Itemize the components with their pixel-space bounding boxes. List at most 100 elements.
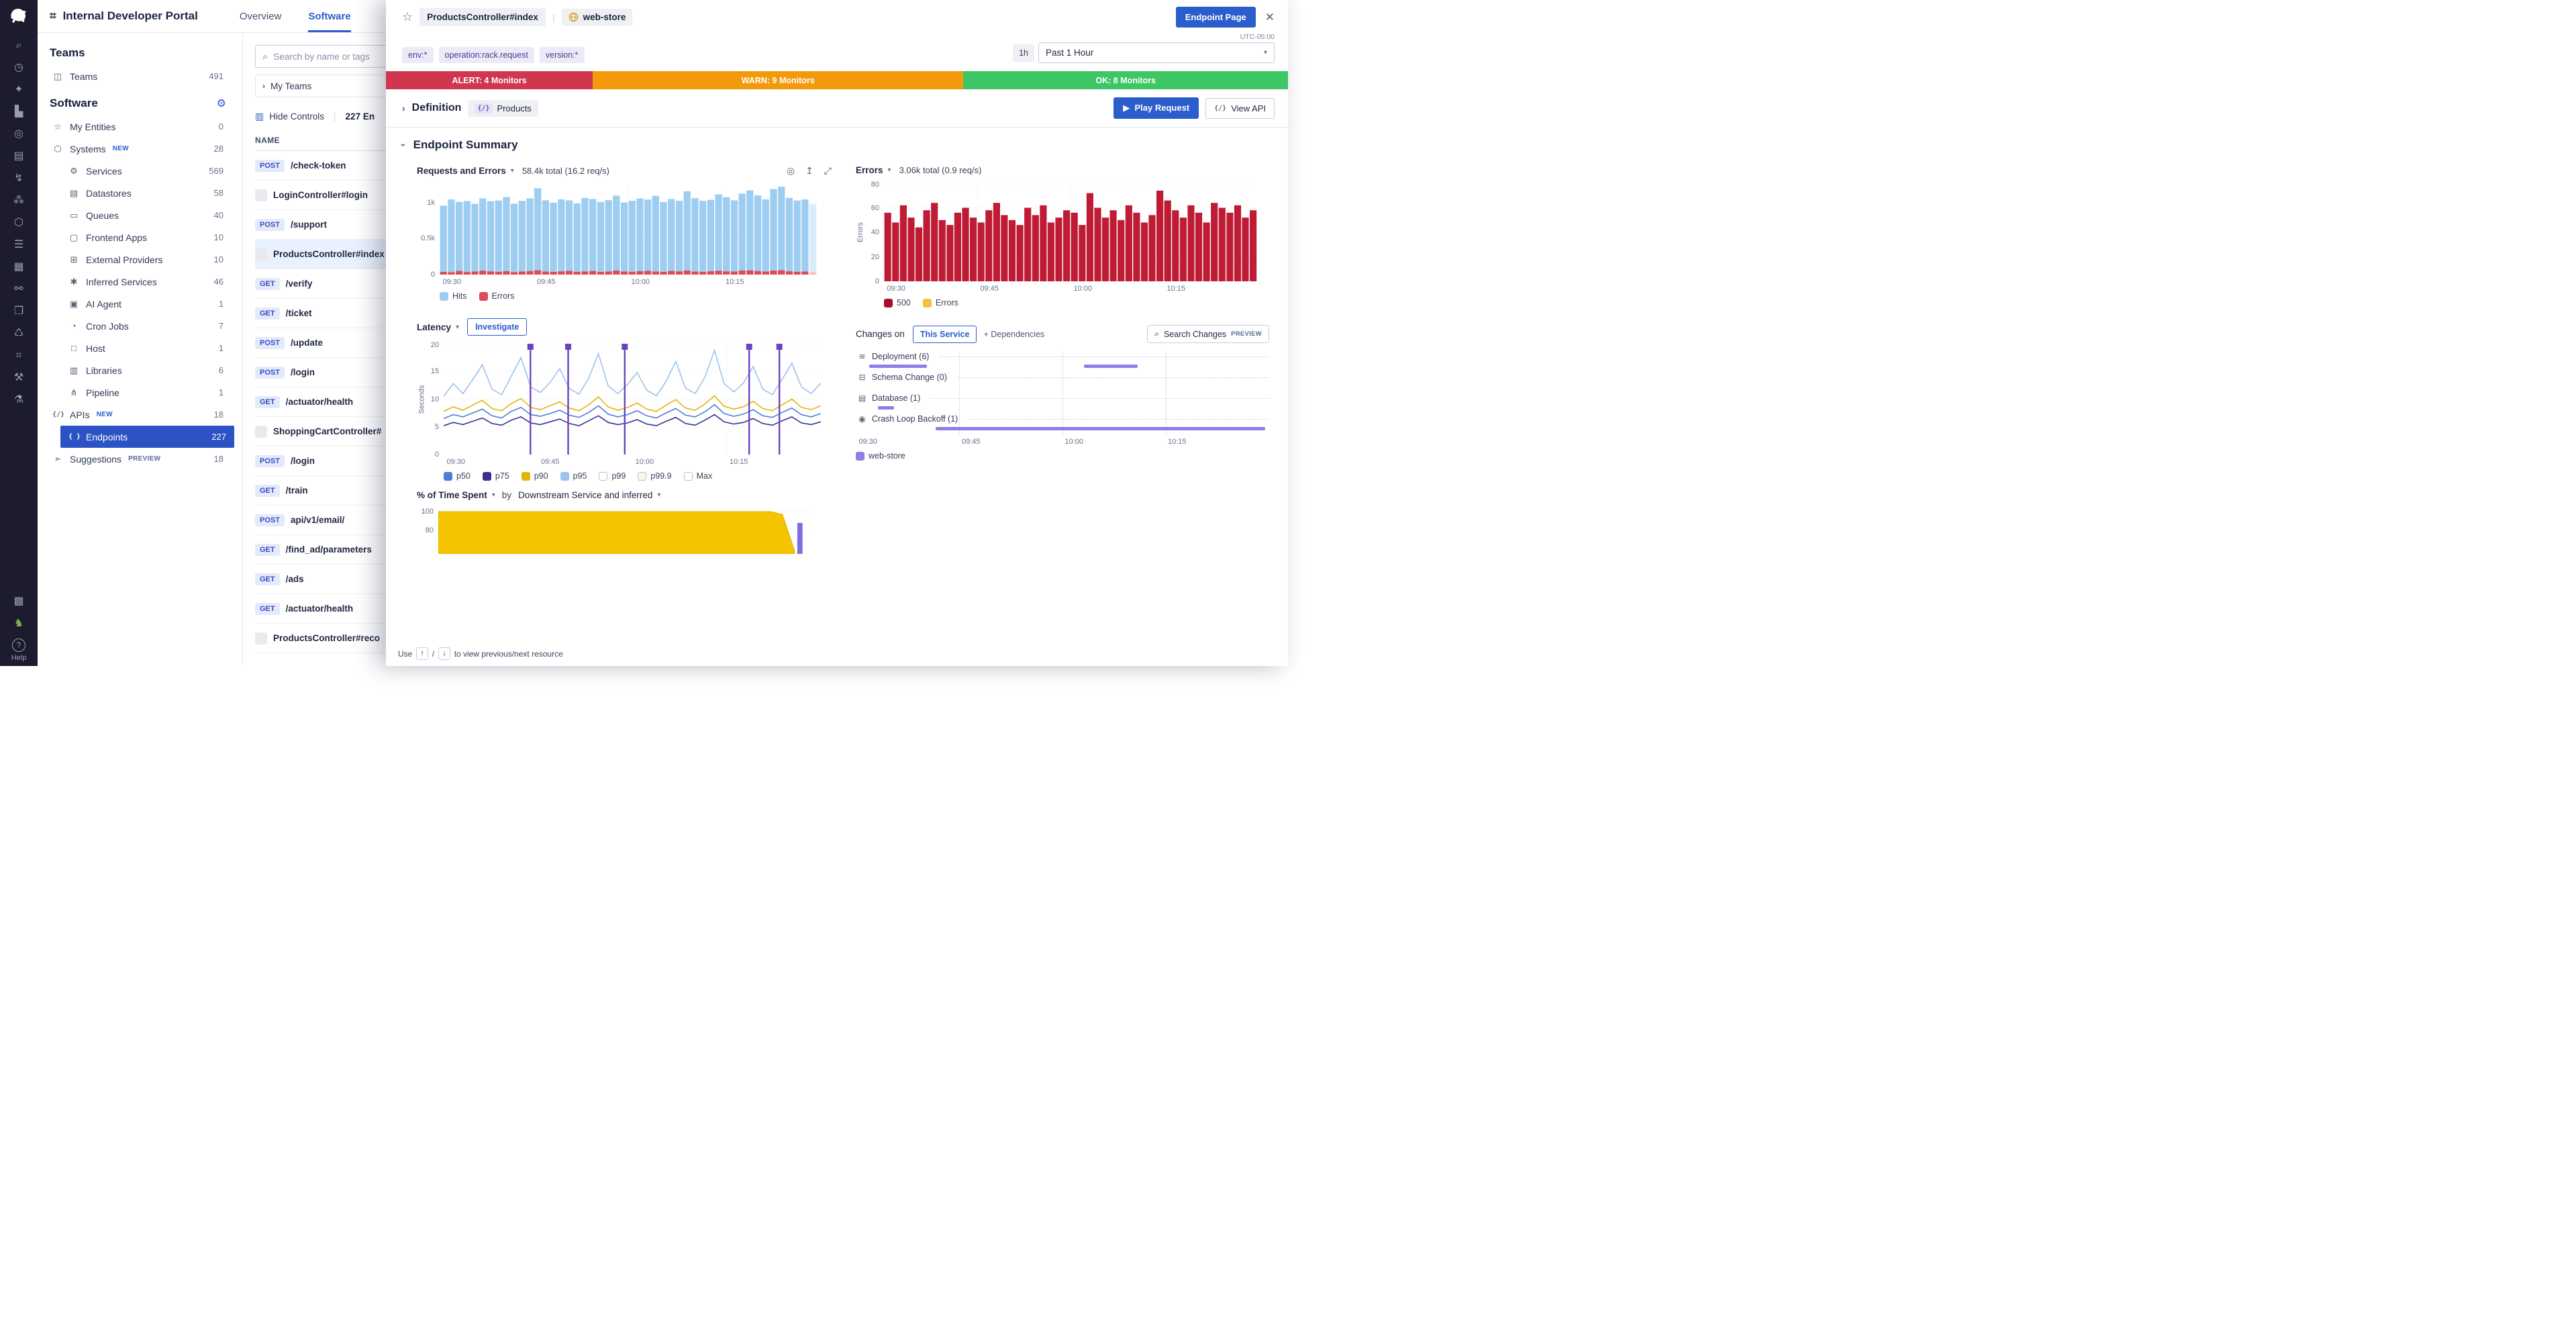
help-button[interactable]: ? Help (11, 638, 27, 662)
software-settings-icon[interactable]: ⚙ (217, 97, 226, 110)
layers-icon[interactable]: ▤ (9, 149, 29, 164)
sidebar-item-pipeline[interactable]: ⋔Pipeline1 (38, 381, 242, 403)
change-segment[interactable] (869, 365, 927, 368)
security-icon[interactable]: ⬡ (9, 216, 29, 230)
tools-icon[interactable]: ⚒ (9, 371, 29, 385)
chevron-down-icon: ▾ (1264, 49, 1267, 56)
legend-item[interactable]: Errors (479, 291, 515, 301)
tag-chip[interactable]: operation:rack.request (439, 47, 534, 63)
packages-icon[interactable]: ❒ (9, 304, 29, 319)
list-icon[interactable]: ☰ (9, 238, 29, 252)
sidebar-item-inferred-services[interactable]: ✱Inferred Services46 (38, 271, 242, 293)
errors-chart[interactable] (884, 183, 1257, 281)
chevron-right-icon[interactable]: › (402, 103, 405, 113)
search-icon[interactable]: ⌕ (9, 38, 29, 53)
x-tick: 09:30 (887, 285, 905, 293)
products-chip[interactable]: {/} Products (468, 100, 538, 117)
sidebar-item-host[interactable]: □Host1 (38, 337, 242, 359)
sidebar-item-services[interactable]: ⚙Services569 (38, 160, 242, 182)
mascot-icon[interactable]: ♞ (9, 616, 29, 631)
sidebar-item-apis[interactable]: {/}APIsNEW18 (38, 403, 242, 426)
view-api-button[interactable]: {/} View API (1205, 98, 1275, 119)
legend-item[interactable]: p75 (483, 471, 509, 481)
bolt-icon[interactable]: ↯ (9, 171, 29, 186)
change-row-database-1-[interactable]: ▤Database (1) (857, 393, 1269, 414)
time-range-select[interactable]: Past 1 Hour ▾ (1038, 42, 1275, 63)
y-tick: 80 (426, 526, 434, 534)
create-monitor-icon[interactable]: ◎ (787, 165, 795, 177)
legend-item[interactable]: p90 (522, 471, 548, 481)
legend-item[interactable]: Errors (923, 298, 958, 307)
sidebar-item-endpoints[interactable]: { }Endpoints227 (60, 426, 234, 448)
ok-monitors-segment[interactable]: OK: 8 Monitors (963, 71, 1288, 89)
favorite-star-icon[interactable]: ☆ (402, 10, 413, 24)
sidebar-item-libraries[interactable]: ▥Libraries6 (38, 359, 242, 381)
dependencies-button[interactable]: + Dependencies (983, 330, 1044, 339)
play-request-button[interactable]: ▶ Play Request (1113, 97, 1199, 119)
change-segment[interactable] (936, 427, 1265, 430)
metrics-icon[interactable]: ▙ (9, 105, 29, 120)
alert-monitors-segment[interactable]: ALERT: 4 Monitors (386, 71, 593, 89)
endpoint-name: /check-token (291, 160, 346, 171)
time-shortcut-chip[interactable]: 1h (1013, 44, 1034, 62)
legend-item[interactable]: p99.9 (638, 471, 671, 481)
flask-icon[interactable]: ⚗ (9, 393, 29, 408)
datadog-logo-icon[interactable] (7, 5, 30, 28)
monitors-icon[interactable]: ◎ (9, 127, 29, 142)
export-icon[interactable]: ↥ (805, 165, 813, 177)
errors-metric-dropdown[interactable]: Errors▾ (856, 165, 891, 175)
time-spent-dimension-dropdown[interactable]: Downstream Service and inferred▾ (518, 490, 660, 500)
change-row-deployment-6-[interactable]: ≋Deployment (6) (857, 351, 1269, 372)
time-spent-chart[interactable] (438, 507, 811, 554)
hide-controls-button[interactable]: Hide Controls (269, 111, 324, 122)
endpoint-page-button[interactable]: Endpoint Page (1176, 7, 1256, 28)
legend-item[interactable]: 500 (884, 298, 911, 307)
time-spent-dropdown[interactable]: % of Time Spent▾ (417, 490, 495, 500)
legend-item[interactable]: Max (684, 471, 713, 481)
sidebar-item-systems[interactable]: ⬡SystemsNEW28 (38, 138, 242, 160)
sidebar-item-ai-agent[interactable]: ▣AI Agent1 (38, 293, 242, 315)
requests-metric-dropdown[interactable]: Requests and Errors▾ (417, 166, 514, 176)
this-service-button[interactable]: This Service (913, 326, 977, 343)
tab-overview[interactable]: Overview (240, 0, 282, 32)
sparkles-icon[interactable]: ✦ (9, 83, 29, 97)
infrastructure-icon[interactable]: ▦ (9, 260, 29, 275)
change-segment[interactable] (1084, 365, 1138, 368)
latency-metric-dropdown[interactable]: Latency▾ (417, 322, 459, 332)
sidebar-item-suggestions[interactable]: ➣SuggestionsPREVIEW18 (38, 448, 242, 470)
sidebar-item-my-entities[interactable]: ☆My Entities0 (38, 115, 242, 138)
legend-item[interactable]: Hits (440, 291, 467, 301)
blocks-icon[interactable]: ▩ (9, 594, 29, 609)
sidebar-item-teams[interactable]: ◫Teams491 (38, 65, 242, 87)
fullscreen-icon[interactable]: ⤢ (824, 165, 832, 177)
close-icon[interactable]: ✕ (1265, 11, 1275, 24)
investigate-button[interactable]: Investigate (467, 318, 527, 336)
chevron-down-icon[interactable]: › (398, 144, 409, 147)
search-changes-button[interactable]: ⌕ Search Changes PREVIEW (1147, 325, 1269, 343)
people-icon[interactable]: ⁂ (9, 193, 29, 208)
tag-chip[interactable]: env:* (402, 47, 434, 63)
change-row-crash-loop-backoff-1-[interactable]: ◉Crash Loop Backoff (1) (857, 414, 1269, 434)
links-icon[interactable]: ⚯ (9, 282, 29, 297)
changes-timeline[interactable]: ≋Deployment (6)⊟Schema Change (0)▤Databa… (856, 351, 1269, 448)
legend-item[interactable]: web-store (856, 451, 905, 461)
requests-chart[interactable] (440, 185, 817, 275)
legend-item[interactable]: p99 (599, 471, 626, 481)
service-chip[interactable]: web-store (562, 9, 633, 26)
debug-icon[interactable]: ⌗ (9, 348, 29, 363)
sidebar-item-queues[interactable]: ▭Queues40 (38, 204, 242, 226)
sidebar-item-external-providers[interactable]: ⊞External Providers10 (38, 248, 242, 271)
sync-icon[interactable]: ♺ (9, 326, 29, 341)
legend-item[interactable]: p50 (444, 471, 470, 481)
change-segment[interactable] (878, 406, 895, 410)
legend-item[interactable]: p95 (560, 471, 587, 481)
latency-chart[interactable] (444, 344, 821, 455)
warn-monitors-segment[interactable]: WARN: 9 Monitors (593, 71, 963, 89)
sidebar-item-datastores[interactable]: ▤Datastores58 (38, 182, 242, 204)
change-row-schema-change-0-[interactable]: ⊟Schema Change (0) (857, 372, 1269, 393)
history-icon[interactable]: ◷ (9, 60, 29, 75)
sidebar-item-cron-jobs[interactable]: ◔Cron Jobs7 (38, 315, 242, 337)
sidebar-item-frontend-apps[interactable]: ▢Frontend Apps10 (38, 226, 242, 248)
tab-software[interactable]: Software (308, 0, 350, 32)
tag-chip[interactable]: version:* (540, 47, 585, 63)
